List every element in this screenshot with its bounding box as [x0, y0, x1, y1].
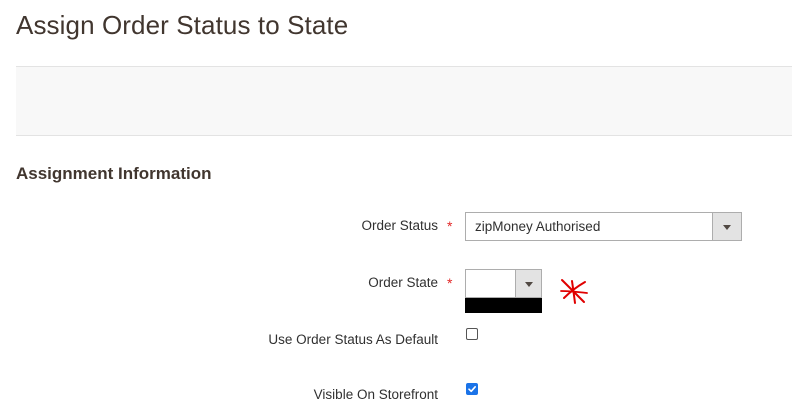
- redaction-bar: [465, 298, 542, 313]
- checkmark-icon: [468, 386, 476, 393]
- asterisk-icon: [560, 279, 588, 304]
- use-default-checkbox[interactable]: [466, 328, 478, 340]
- order-status-select[interactable]: zipMoney Authorised: [465, 212, 742, 241]
- order-status-value: zipMoney Authorised: [475, 219, 601, 234]
- chevron-down-icon: [524, 281, 533, 287]
- use-default-label: Use Order Status As Default: [268, 332, 438, 347]
- order-status-dropdown-button[interactable]: [712, 213, 741, 240]
- order-state-select[interactable]: [465, 269, 542, 298]
- chevron-down-icon: [723, 224, 731, 230]
- order-state-dropdown-button[interactable]: [515, 270, 541, 297]
- order-state-label: Order State: [368, 275, 438, 290]
- page-title: Assign Order Status to State: [16, 10, 349, 40]
- page-actions-bar: [16, 66, 792, 136]
- visible-storefront-label: Visible On Storefront: [313, 387, 438, 402]
- order-status-required-mark: *: [447, 218, 453, 234]
- order-state-required-mark: *: [447, 275, 453, 291]
- page: Assign Order Status to State Assignment …: [0, 0, 792, 417]
- visible-storefront-checkbox[interactable]: [466, 383, 478, 395]
- order-status-label: Order Status: [361, 218, 438, 233]
- section-title: Assignment Information: [16, 164, 212, 183]
